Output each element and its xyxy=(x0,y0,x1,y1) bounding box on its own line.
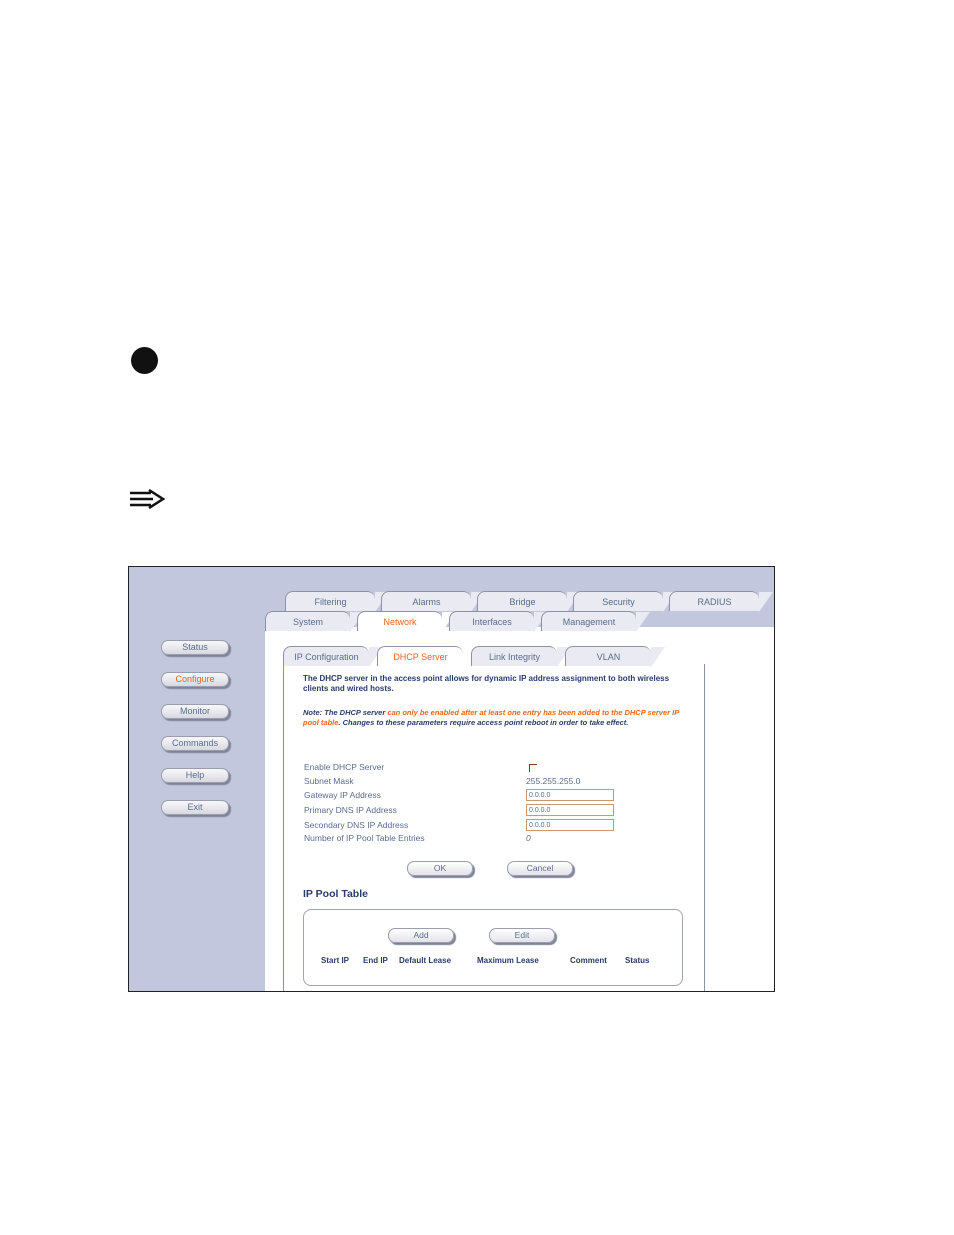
tab-management[interactable]: Management xyxy=(541,611,650,632)
cancel-button[interactable]: Cancel xyxy=(507,861,573,876)
primary-dns-input[interactable]: 0.0.0.0 xyxy=(526,804,614,816)
note-arrow-icon xyxy=(130,488,165,510)
pool-entries-label: Number of IP Pool Table Entries xyxy=(304,833,425,843)
tab-bridge[interactable]: Bridge xyxy=(477,591,581,612)
status-button[interactable]: Status xyxy=(161,640,229,655)
col-start-ip: Start IP xyxy=(321,956,350,965)
subnet-mask-label: Subnet Mask xyxy=(304,776,354,786)
note-suffix: . Changes to these parameters require ac… xyxy=(338,718,629,727)
tab-radius[interactable]: RADIUS xyxy=(669,591,773,612)
tab-dhcp-server[interactable]: DHCP Server xyxy=(377,646,477,667)
col-maximum-lease: Maximum Lease xyxy=(477,956,539,965)
tab-ip-configuration[interactable]: IP Configuration xyxy=(283,646,383,667)
tab-alarms[interactable]: Alarms xyxy=(381,591,485,612)
tab-security[interactable]: Security xyxy=(573,591,677,612)
bullet-icon xyxy=(131,347,158,374)
dhcp-note: Note: The DHCP server can only be enable… xyxy=(303,708,693,728)
top-tab-row: Filtering Alarms Bridge Security RADIUS xyxy=(285,591,774,613)
tab-interfaces[interactable]: Interfaces xyxy=(449,611,548,632)
primary-dns-label: Primary DNS IP Address xyxy=(304,805,397,815)
configure-button[interactable]: Configure xyxy=(161,672,229,687)
secondary-dns-label: Secondary DNS IP Address xyxy=(304,820,409,830)
pool-entries-value: 0 xyxy=(526,833,531,843)
ok-button[interactable]: OK xyxy=(407,861,473,876)
second-tab-row: System Network Interfaces Management xyxy=(265,611,774,633)
subnet-mask-value: 255.255.255.0 xyxy=(526,776,581,786)
tab-filtering[interactable]: Filtering xyxy=(285,591,389,612)
col-comment: Comment xyxy=(570,956,607,965)
enable-dhcp-label: Enable DHCP Server xyxy=(304,762,385,772)
tab-system[interactable]: System xyxy=(265,611,364,632)
tab-vlan[interactable]: VLAN xyxy=(565,646,665,667)
col-end-ip: End IP xyxy=(363,956,388,965)
secondary-dns-input[interactable]: 0.0.0.0 xyxy=(526,819,614,831)
enable-dhcp-checkbox[interactable] xyxy=(529,764,537,772)
ip-pool-table-box xyxy=(303,909,683,986)
commands-button[interactable]: Commands xyxy=(161,736,229,751)
monitor-button[interactable]: Monitor xyxy=(161,704,229,719)
screenshot-window: Filtering Alarms Bridge Security RADIUS … xyxy=(128,566,775,992)
ip-pool-table-title: IP Pool Table xyxy=(303,888,368,900)
gateway-ip-input[interactable]: 0.0.0.0 xyxy=(526,789,614,801)
gateway-ip-label: Gateway IP Address xyxy=(304,790,381,800)
col-default-lease: Default Lease xyxy=(399,956,452,965)
sub-tab-row: IP Configuration DHCP Server Link Integr… xyxy=(283,646,703,668)
exit-button[interactable]: Exit xyxy=(161,800,229,815)
tab-network[interactable]: Network xyxy=(357,611,456,632)
col-status: Status xyxy=(625,956,650,965)
add-button[interactable]: Add xyxy=(388,928,454,943)
note-prefix: Note: The DHCP server xyxy=(303,708,388,717)
help-button[interactable]: Help xyxy=(161,768,229,783)
dhcp-description: The DHCP server in the access point allo… xyxy=(303,674,670,693)
edit-button[interactable]: Edit xyxy=(489,928,555,943)
tab-link-integrity[interactable]: Link Integrity xyxy=(471,646,571,667)
